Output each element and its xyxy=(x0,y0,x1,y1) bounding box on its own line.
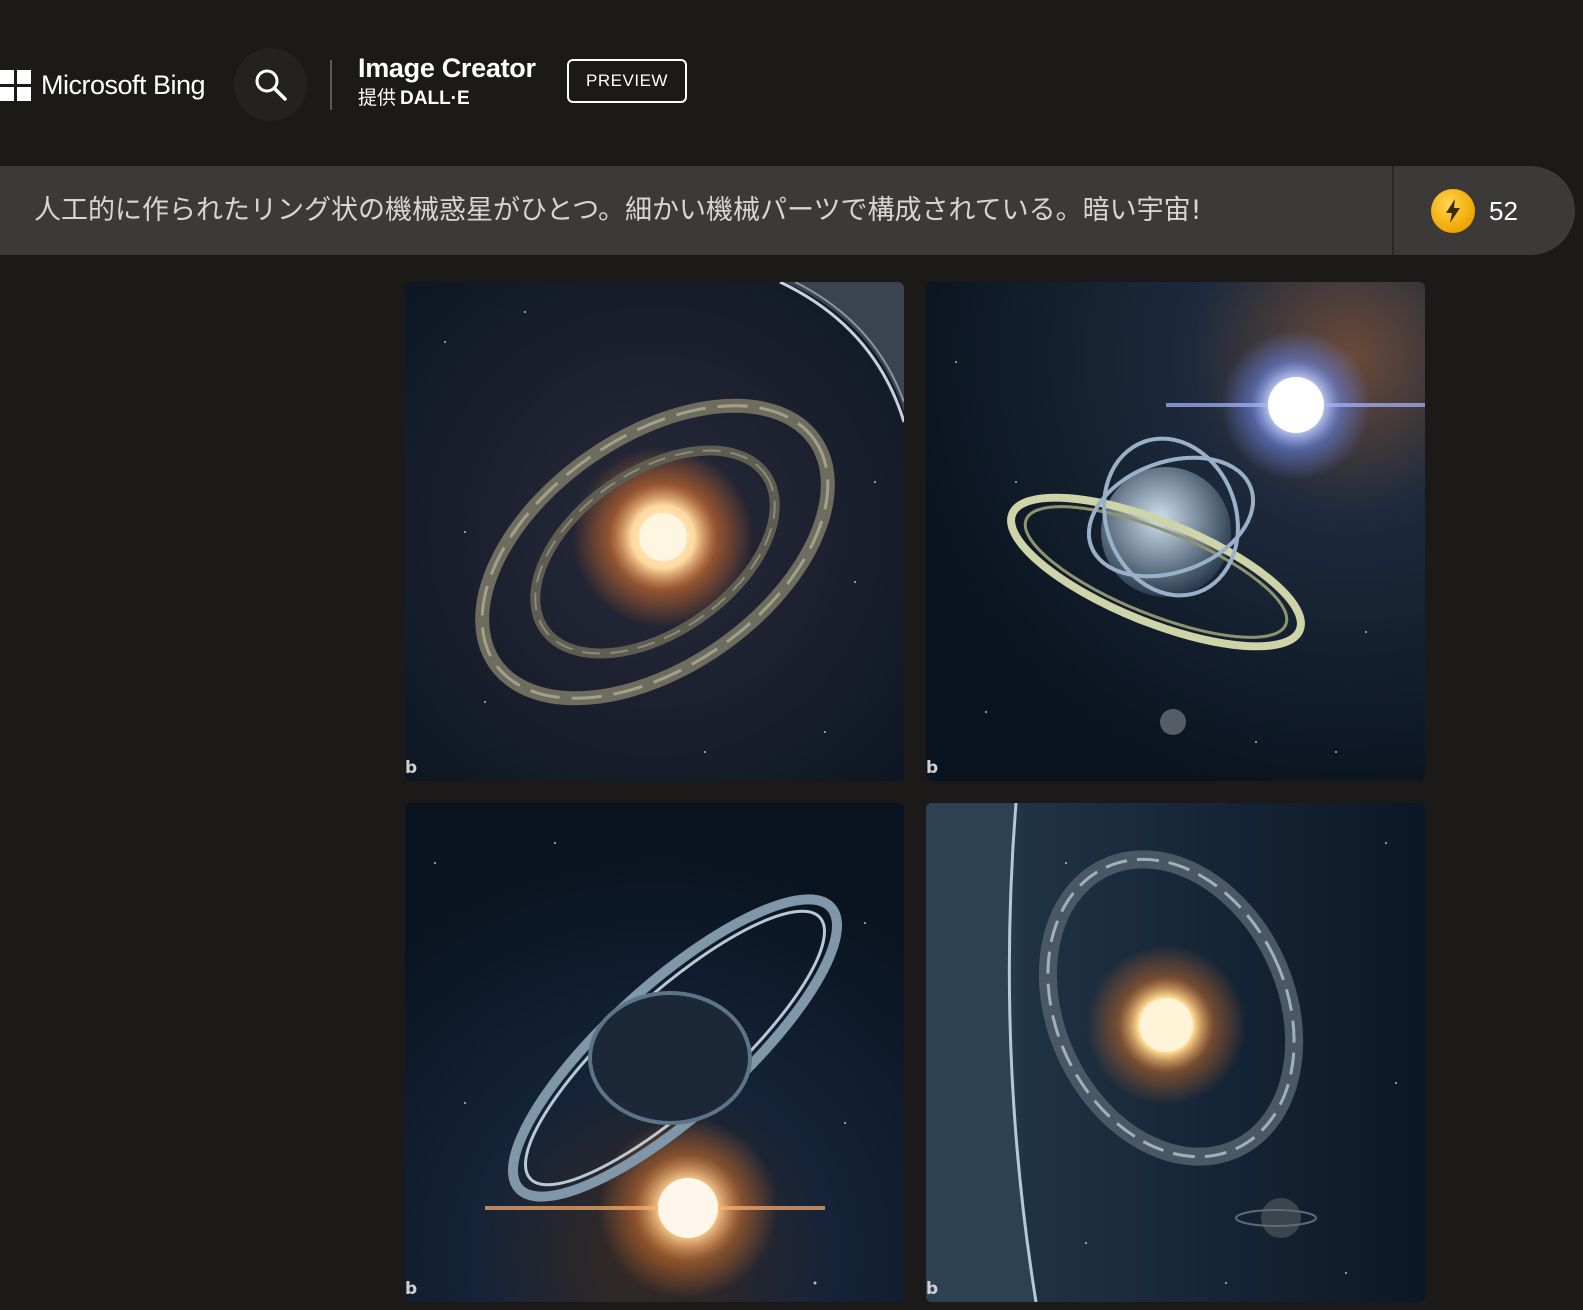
prompt-input[interactable]: 人工的に作られたリング状の機械惑星がひとつ。細かい機械パーツで構成されている。暗… xyxy=(34,166,1306,255)
search-icon xyxy=(255,69,287,101)
provider-name: DALL·E xyxy=(400,88,470,109)
boost-coin-icon xyxy=(1431,189,1475,233)
search-button[interactable] xyxy=(234,48,307,121)
app-title-block: Image Creator 提供 DALL·E xyxy=(358,52,536,110)
bing-watermark-icon: b xyxy=(405,1279,418,1299)
boost-counter[interactable]: 52 xyxy=(1431,188,1518,234)
prompt-divider xyxy=(1392,166,1394,255)
bing-watermark-icon: b xyxy=(926,1279,939,1299)
preview-badge: PREVIEW xyxy=(567,59,687,103)
result-image-2[interactable]: b xyxy=(926,282,1425,781)
header-divider xyxy=(330,60,332,110)
result-image-4[interactable]: b xyxy=(926,803,1425,1302)
bing-watermark-icon: b xyxy=(405,758,418,778)
brand-label: Microsoft Bing xyxy=(41,69,206,100)
microsoft-logo-icon xyxy=(0,69,31,101)
result-image-1[interactable]: b xyxy=(405,282,904,781)
boost-count: 52 xyxy=(1489,195,1518,226)
prompt-bar[interactable]: 人工的に作られたリング状の機械惑星がひとつ。細かい機械パーツで構成されている。暗… xyxy=(0,166,1575,255)
app-title: Image Creator xyxy=(358,53,536,83)
provider-prefix: 提供 xyxy=(358,88,397,109)
bing-logo[interactable]: Microsoft Bing xyxy=(0,67,206,103)
provider-line: 提供 DALL·E xyxy=(358,88,536,110)
bing-watermark-icon: b xyxy=(926,758,939,778)
app-header: Microsoft Bing Image Creator 提供 DALL·E PR… xyxy=(0,0,1583,160)
result-image-3[interactable]: b xyxy=(405,803,904,1302)
